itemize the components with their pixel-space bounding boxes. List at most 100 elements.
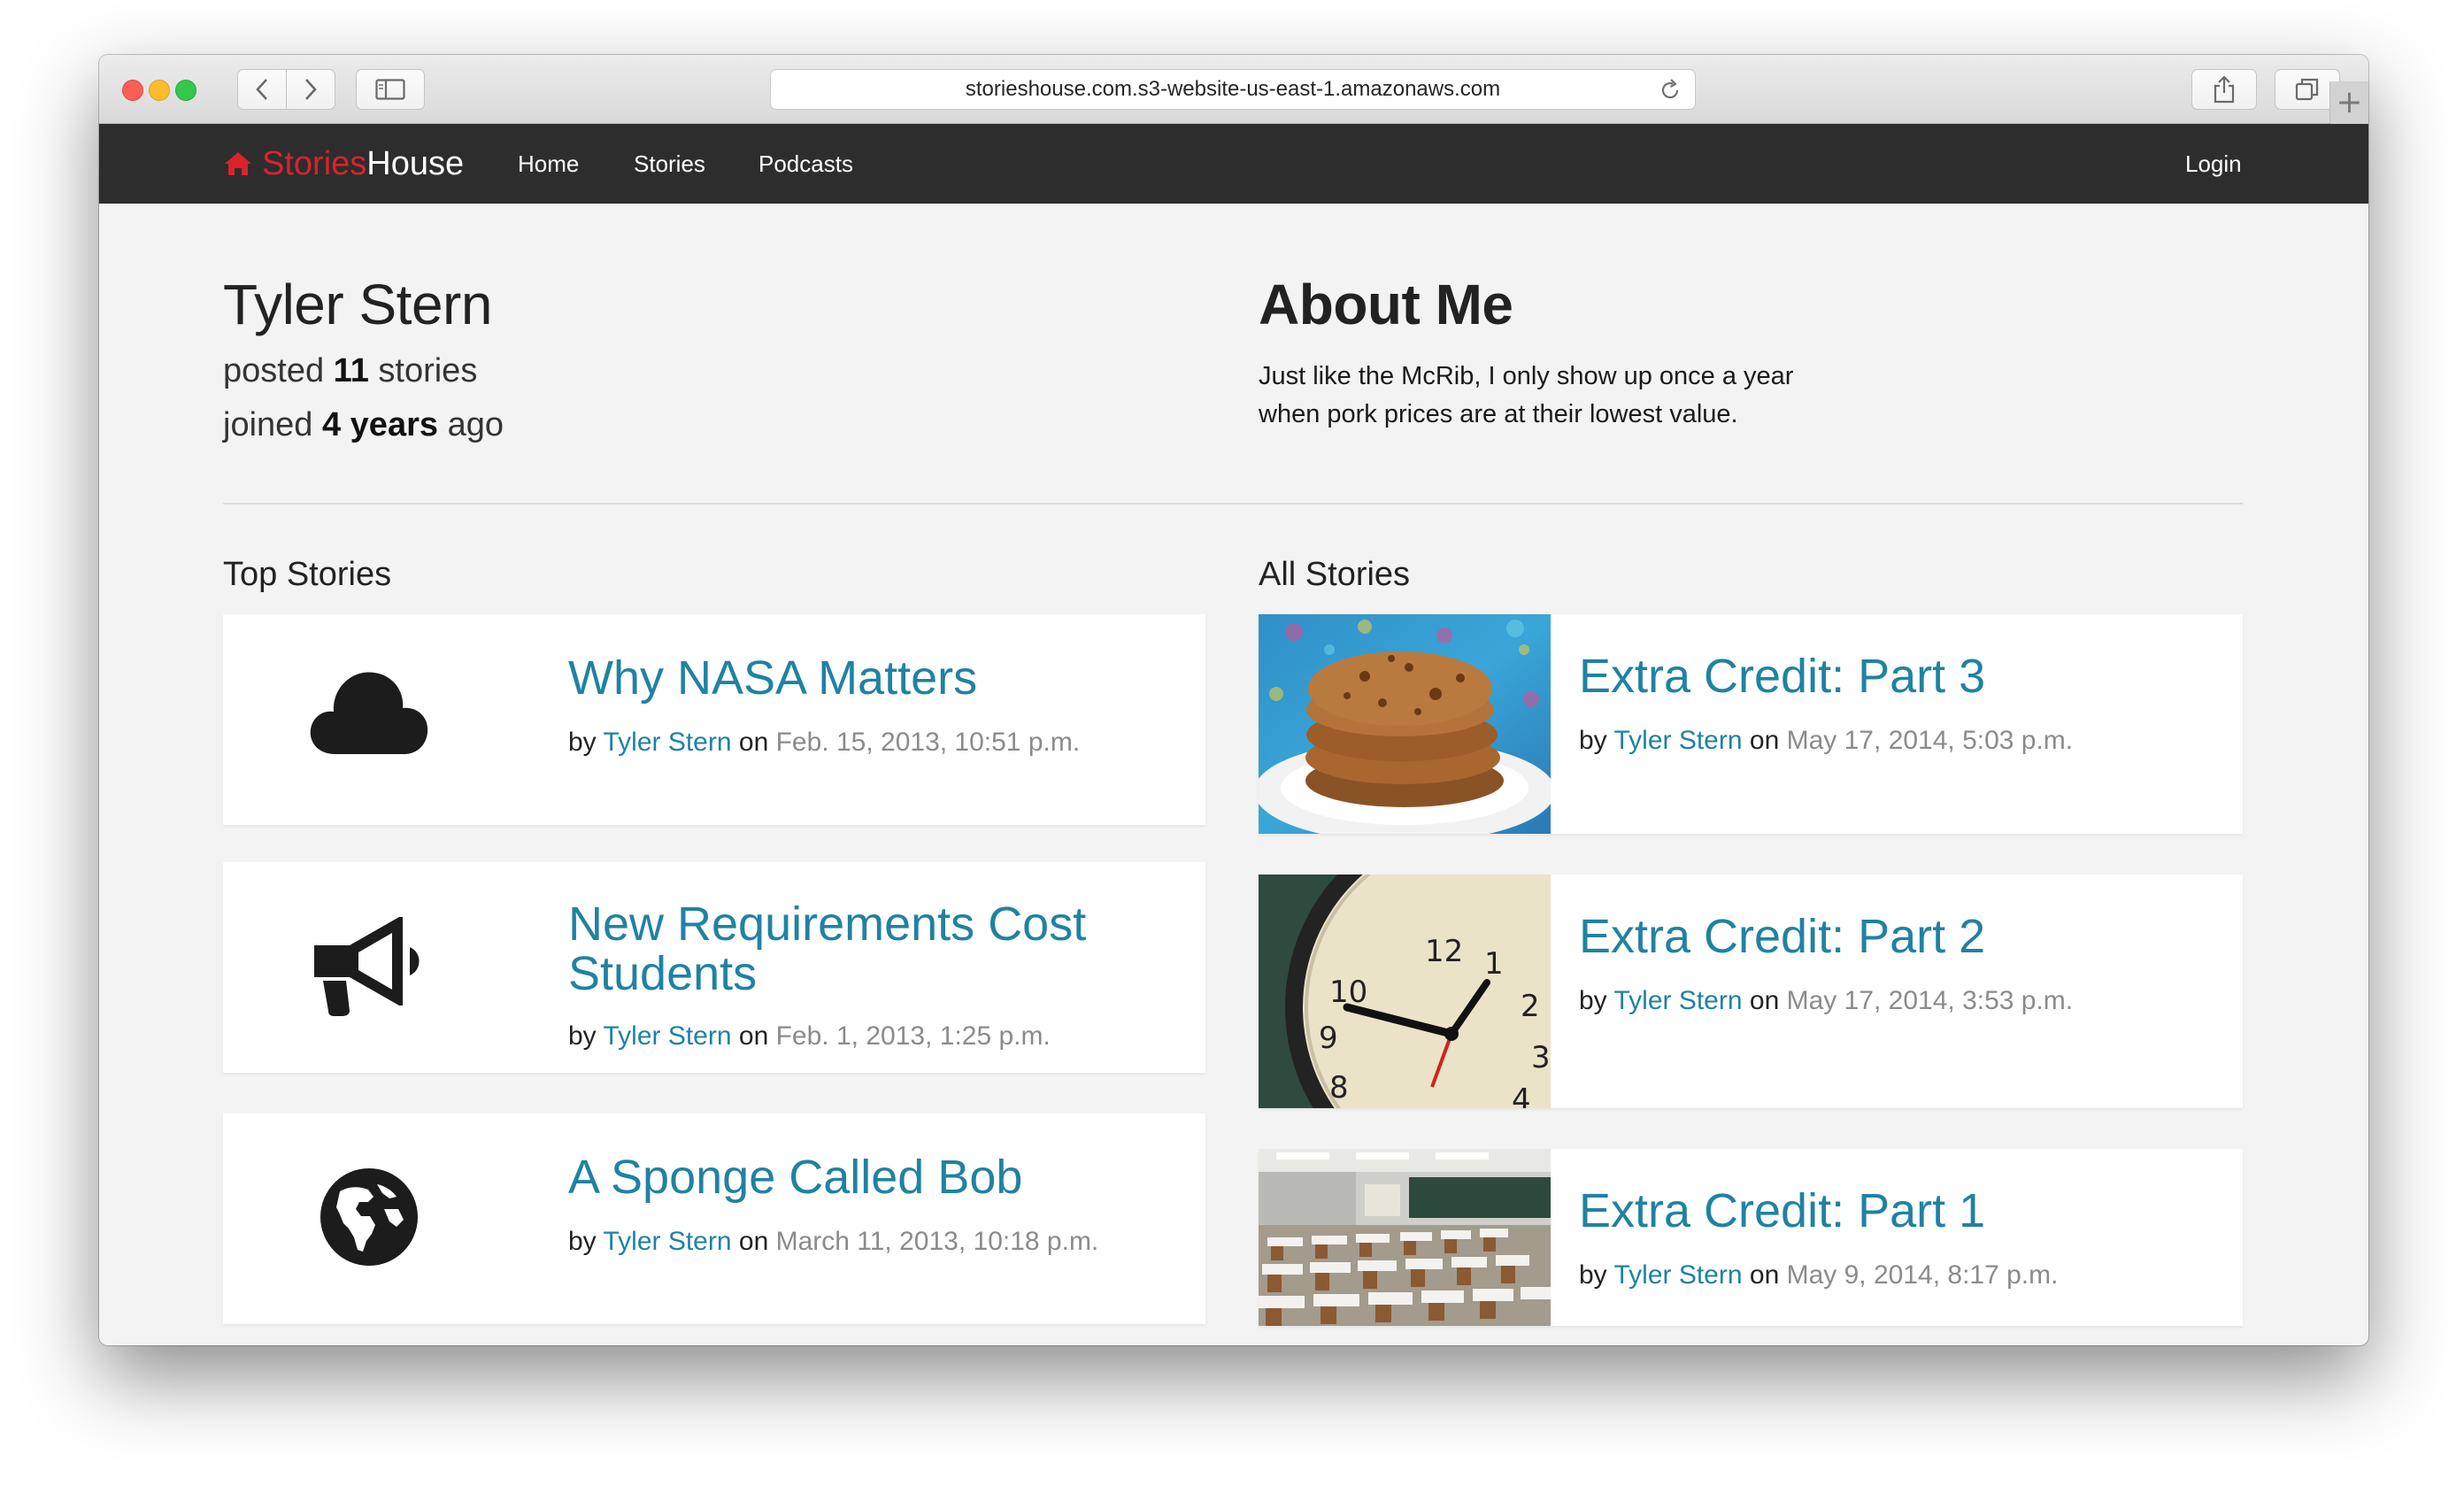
back-button[interactable] (237, 69, 287, 110)
story-title-link[interactable]: A Sponge Called Bob (568, 1152, 1022, 1202)
section-divider (223, 503, 2243, 505)
sidebar-icon (375, 79, 405, 100)
story-byline: by Tyler Stern on May 17, 2014, 5:03 p.m… (1579, 726, 2073, 756)
posted-stat: posted 11 stories (223, 352, 477, 390)
url-text: storieshouse.com.s3-website-us-east-1.am… (965, 77, 1501, 101)
story-byline: by Tyler Stern on May 17, 2014, 3:53 p.m… (1579, 986, 2073, 1016)
story-date: Feb. 1, 2013, 1:25 p.m. (775, 1021, 1051, 1051)
story-byline: by Tyler Stern on March 11, 2013, 10:18 … (568, 1227, 1098, 1257)
sidebar-toggle-button[interactable] (356, 69, 425, 110)
author-link[interactable]: Tyler Stern (603, 1021, 731, 1051)
author-link[interactable]: Tyler Stern (603, 728, 731, 757)
about-line-2: when pork prices are at their lowest val… (1259, 400, 1738, 428)
byline-on: on (1749, 986, 1780, 1015)
about-me-heading: About Me (1259, 273, 1513, 336)
clock-number-3: 3 (1531, 1040, 1551, 1075)
share-button[interactable] (2191, 69, 2257, 110)
reload-icon[interactable] (1658, 78, 1682, 103)
classroom-photo[interactable] (1259, 1149, 1551, 1326)
joined-suffix: ago (447, 406, 504, 443)
posted-prefix: posted (223, 352, 325, 389)
brand-logo[interactable]: Stories House (223, 142, 464, 186)
address-bar[interactable]: storieshouse.com.s3-website-us-east-1.am… (770, 69, 1696, 110)
byline-by: by (1579, 726, 1607, 755)
clock-number-12: 12 (1425, 934, 1463, 969)
brand-name-stories: Stories (262, 144, 367, 182)
byline-by: by (568, 1227, 597, 1256)
joined-value: 4 years (321, 406, 438, 443)
story-title-link[interactable]: Why NASA Matters (568, 653, 977, 703)
profile-name: Tyler Stern (223, 273, 492, 336)
clock-photo[interactable]: 12 1 2 3 4 8 9 10 (1259, 874, 1551, 1108)
author-link[interactable]: Tyler Stern (1613, 986, 1742, 1015)
cloud-icon (310, 672, 428, 754)
clock-number-4: 4 (1512, 1083, 1531, 1108)
nav-link-podcasts[interactable]: Podcasts (758, 150, 853, 177)
posted-suffix: stories (378, 352, 478, 389)
browser-window: storieshouse.com.s3-website-us-east-1.am… (99, 55, 2368, 1345)
byline-by: by (1579, 1260, 1607, 1290)
top-story-card[interactable]: New Requirements Cost Students by Tyler … (223, 862, 1205, 1073)
story-title-link[interactable]: Extra Credit: Part 1 (1579, 1186, 1985, 1236)
author-link[interactable]: Tyler Stern (603, 1227, 731, 1256)
top-story-card[interactable]: Why NASA Matters by Tyler Stern on Feb. … (223, 614, 1205, 825)
byline-on: on (738, 728, 769, 757)
story-byline: by Tyler Stern on Feb. 15, 2013, 10:51 p… (568, 728, 1080, 758)
all-story-card[interactable]: Extra Credit: Part 3 by Tyler Stern on M… (1259, 614, 2243, 834)
story-date: May 17, 2014, 3:53 p.m. (1786, 986, 2074, 1015)
top-story-card[interactable]: A Sponge Called Bob by Tyler Stern on Ma… (223, 1113, 1205, 1324)
about-me-text: Just like the McRib, I only show up once… (1259, 358, 1878, 434)
author-link[interactable]: Tyler Stern (1613, 726, 1742, 755)
new-tab-button[interactable]: + (2329, 81, 2368, 124)
story-date: May 9, 2014, 8:17 p.m. (1786, 1260, 2059, 1290)
byline-on: on (738, 1227, 769, 1256)
clock-number-2: 2 (1521, 989, 1540, 1024)
tabs-icon (2295, 78, 2319, 101)
all-stories-heading: All Stories (1259, 556, 1411, 593)
nav-link-home[interactable]: Home (518, 150, 579, 177)
story-date: March 11, 2013, 10:18 p.m. (775, 1227, 1099, 1256)
megaphone-icon (314, 917, 420, 1016)
nav-link-stories[interactable]: Stories (634, 150, 705, 177)
story-title-link[interactable]: Extra Credit: Part 3 (1579, 651, 1985, 701)
story-byline: by Tyler Stern on May 9, 2014, 8:17 p.m. (1579, 1260, 2058, 1291)
posted-count: 11 (333, 352, 369, 389)
clock-number-9: 9 (1319, 1021, 1338, 1056)
story-byline: by Tyler Stern on Feb. 1, 2013, 1:25 p.m… (568, 1021, 1051, 1052)
forward-button[interactable] (286, 69, 335, 110)
story-date: Feb. 15, 2013, 10:51 p.m. (775, 728, 1081, 757)
author-link[interactable]: Tyler Stern (1613, 1260, 1742, 1290)
top-stories-heading: Top Stories (223, 556, 392, 593)
story-title-link[interactable]: Extra Credit: Part 2 (1579, 912, 1985, 961)
browser-toolbar: storieshouse.com.s3-website-us-east-1.am… (99, 55, 2368, 124)
byline-by: by (568, 1021, 597, 1051)
joined-prefix: joined (223, 406, 313, 443)
cookies-photo[interactable] (1259, 614, 1551, 834)
story-title-line-1: New Requirements Cost (568, 898, 1087, 951)
byline-by: by (1579, 986, 1607, 1015)
about-line-1: Just like the McRib, I only show up once… (1259, 362, 1794, 390)
story-title-line-2: Students (568, 947, 758, 1000)
brand-name-house: House (366, 144, 465, 182)
joined-stat: joined 4 years ago (223, 406, 504, 444)
close-window-button[interactable] (122, 80, 143, 101)
story-date: May 17, 2014, 5:03 p.m. (1786, 726, 2074, 755)
site-navbar: Stories House Home Stories Podcasts Login (99, 124, 2368, 204)
minimize-window-button[interactable] (149, 80, 170, 101)
chevron-right-icon (305, 79, 317, 100)
story-title-link[interactable]: New Requirements Cost Students (568, 899, 1086, 998)
all-story-card[interactable]: Extra Credit: Part 1 by Tyler Stern on M… (1259, 1149, 2243, 1326)
globe-icon (320, 1168, 418, 1266)
zoom-window-button[interactable] (175, 80, 196, 101)
byline-on: on (1749, 1260, 1780, 1290)
byline-on: on (738, 1021, 769, 1051)
byline-by: by (568, 728, 597, 757)
chevron-left-icon (256, 79, 267, 100)
login-link[interactable]: Login (2185, 150, 2242, 177)
clock-number-8: 8 (1329, 1070, 1349, 1106)
byline-on: on (1749, 726, 1780, 755)
all-story-card[interactable]: 12 1 2 3 4 8 9 10 Extra Credit: Part 2 b… (1259, 874, 2243, 1108)
share-icon (2214, 75, 2235, 104)
home-icon (225, 152, 251, 175)
clock-number-1: 1 (1484, 946, 1504, 982)
